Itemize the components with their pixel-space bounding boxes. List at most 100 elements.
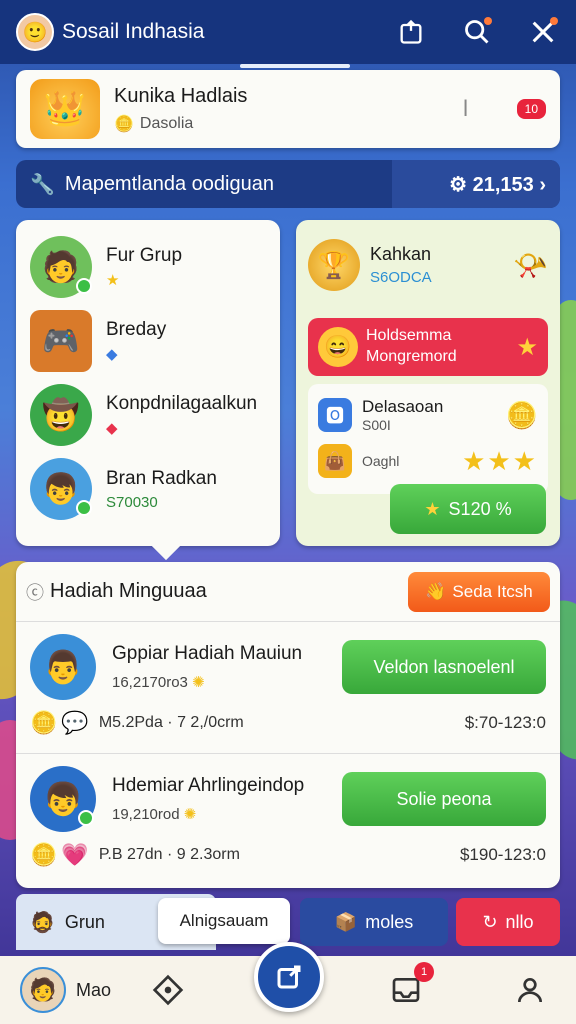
modes-label: moles bbox=[365, 911, 414, 932]
wrench-icon: 🔧 bbox=[30, 173, 55, 196]
weekly-row-button[interactable]: Veldon lasnoelenl bbox=[342, 640, 546, 694]
weekly-row-name: Gppiar Hadiah Mauiun bbox=[112, 643, 303, 664]
promo-banner[interactable]: 😄 Holdsemma Mongremord ★ bbox=[308, 318, 548, 376]
weekly-row-price: $:70-123:0 bbox=[464, 713, 546, 732]
modes-button[interactable]: 📦 moles bbox=[300, 898, 448, 946]
weekly-row[interactable]: 👦 Hdemiar Ahrlingeindop 19,210rod ✺ Soli… bbox=[16, 754, 560, 886]
pill-icon: ◆ bbox=[106, 346, 118, 363]
task-label: Oaghl bbox=[362, 453, 400, 469]
task-card[interactable]: 🅾 Delasaoan S00I 🪙 👜 Oaghl ★★★ bbox=[308, 384, 548, 494]
online-indicator bbox=[78, 810, 94, 826]
rewards-title: Kahkan bbox=[370, 244, 432, 264]
rating-stars: ★★★ bbox=[462, 445, 538, 476]
claim-label: S120 % bbox=[448, 498, 512, 519]
profile-card[interactable]: 👑 Kunika Hadlais 🪙 Dasolia ⅼ 10 bbox=[16, 70, 560, 148]
star-icon: ★ bbox=[424, 498, 441, 519]
nlo-button[interactable]: ↻ nllo bbox=[456, 898, 560, 946]
weekly-row-name: Hdemiar Ahrlingeindop bbox=[112, 775, 305, 796]
search-count[interactable]: ⚙ 21,153 › bbox=[449, 172, 546, 197]
friend-name: Konpdnilagaalkun bbox=[106, 393, 258, 414]
weekly-row[interactable]: 👨 Gppiar Hadiah Mauiun 16,2170ro3 ✺ Veld… bbox=[16, 622, 560, 754]
weekly-cta-label: Seda Itcsh bbox=[452, 581, 533, 601]
gear-icon: ⚙ bbox=[449, 173, 468, 196]
promo-line1: Holdsemma bbox=[366, 327, 452, 345]
profile-name: Kunika Hadlais bbox=[114, 84, 248, 107]
tooltip: Alnigsauam bbox=[158, 898, 290, 944]
weekly-row-sub: 19,210rod ✺ bbox=[112, 805, 304, 823]
weekly-row-sub-value: 19,210rod bbox=[112, 806, 180, 823]
pill-icon: ◆ bbox=[106, 420, 118, 437]
coin-icon: 🪙 bbox=[114, 115, 134, 133]
nav-profile-label: Mao bbox=[76, 979, 112, 1000]
friend-avatar: 👦 bbox=[30, 458, 92, 520]
weekly-avatar: 👦 bbox=[30, 766, 96, 832]
weekly-row-price: $190-123:0 bbox=[459, 845, 546, 864]
promo-line2: Mongremord bbox=[366, 348, 457, 365]
friend-item[interactable]: 🎮 Breday ◆ bbox=[30, 304, 266, 378]
weekly-row-meta: P.B 27dn · 9 2.3orm bbox=[98, 846, 240, 863]
user-avatar-icon[interactable]: 🙂 bbox=[16, 13, 54, 51]
inbox-badge: 1 bbox=[414, 962, 434, 982]
claim-button[interactable]: ★ S120 % bbox=[390, 484, 546, 534]
profile-avatar-icon: 🧑 bbox=[20, 967, 66, 1013]
weekly-avatar: 👨 bbox=[30, 634, 96, 700]
profile-sub: 🪙 Dasolia bbox=[114, 114, 247, 134]
app-header: 🙂 Sosail Indhasia bbox=[0, 0, 576, 64]
crown-avatar-icon: 👑 bbox=[30, 79, 100, 139]
refresh-icon: ↻ bbox=[482, 911, 498, 932]
weekly-cta-button[interactable]: 👋 Seda Itcsh bbox=[408, 571, 550, 612]
notification-dot bbox=[550, 17, 558, 25]
bag-icon: 👜 bbox=[318, 444, 352, 478]
friend-avatar: 🧑 bbox=[30, 236, 92, 298]
weekly-row-button[interactable]: Solie peona bbox=[342, 772, 546, 826]
friend-item[interactable]: 🤠 Konpdnilagaalkun ◆ bbox=[30, 378, 266, 452]
coin-icon: 🪙 bbox=[30, 710, 58, 735]
pin-icon[interactable]: ⅼ bbox=[463, 96, 469, 122]
compose-icon bbox=[277, 965, 301, 989]
online-indicator bbox=[76, 500, 92, 516]
weekly-row-sub: 16,2170ro3 ✺ bbox=[112, 673, 302, 691]
compose-button[interactable] bbox=[254, 942, 324, 1012]
search-label: Mapemtlanda oodiguan bbox=[64, 172, 274, 195]
app-title: Sosail Indhasia bbox=[62, 20, 205, 43]
online-indicator bbox=[76, 278, 92, 294]
search-bar[interactable]: 🔧 Mapemtlanda oodiguan ⚙ 21,153 › bbox=[16, 160, 560, 208]
trophy-icon: 🏆 bbox=[308, 239, 360, 291]
sparkle-icon: ✺ bbox=[192, 674, 205, 691]
coin-icon: 🪙 bbox=[30, 842, 58, 867]
diamond-icon[interactable] bbox=[148, 970, 188, 1010]
weekly-title: Hadiah Minguuaa bbox=[50, 580, 207, 602]
friend-item[interactable]: 👦 Bran Radkan S70030 bbox=[30, 452, 266, 526]
weekly-row-sub-value: 16,2170ro3 bbox=[112, 674, 188, 691]
friend-avatar: 🎮 bbox=[30, 310, 92, 372]
friend-name: Breday bbox=[106, 319, 167, 340]
user-icon[interactable] bbox=[510, 970, 550, 1010]
chat-icon: 💬 bbox=[61, 710, 89, 735]
heart-icon: 💗 bbox=[61, 842, 89, 867]
nav-profile[interactable]: 🧑 Mao bbox=[20, 967, 111, 1013]
notification-dot bbox=[484, 17, 492, 25]
friend-sub: S70030 bbox=[106, 493, 158, 511]
scroll-indicator bbox=[240, 64, 350, 68]
nlo-label: nllo bbox=[505, 911, 534, 932]
smile-icon: 😄 bbox=[318, 327, 358, 367]
panel-pointer bbox=[151, 531, 181, 561]
hand-icon: 👋 bbox=[425, 581, 447, 601]
weekly-rewards: ⓒ Hadiah Minguuaa 👋 Seda Itcsh 👨 Gppiar … bbox=[16, 562, 560, 888]
star-icon: ★ bbox=[106, 272, 120, 289]
profile-sub-label: Dasolia bbox=[139, 114, 194, 132]
weekly-row-meta: M5.2Pda · 7 2,/0crm bbox=[98, 714, 244, 731]
box-icon: 📦 bbox=[334, 911, 358, 932]
friend-name: Bran Radkan bbox=[106, 467, 217, 489]
friends-panel: 🧑 Fur Grup ★ 🎮 Breday ◆ 🤠 Konpdnilagaalk… bbox=[16, 220, 280, 561]
inbox-icon[interactable]: 1 bbox=[386, 962, 434, 1010]
search-icon[interactable] bbox=[460, 15, 494, 49]
task-title: Delasaoan bbox=[362, 397, 444, 416]
horn-icon: 📯 bbox=[513, 249, 548, 281]
notification-badge[interactable]: 10 bbox=[516, 99, 546, 119]
task-sub: S00I bbox=[362, 417, 391, 433]
close-icon[interactable] bbox=[526, 15, 560, 49]
sparkle-icon: ✺ bbox=[183, 806, 197, 823]
share-icon[interactable] bbox=[394, 15, 428, 49]
friend-item[interactable]: 🧑 Fur Grup ★ bbox=[30, 230, 266, 304]
